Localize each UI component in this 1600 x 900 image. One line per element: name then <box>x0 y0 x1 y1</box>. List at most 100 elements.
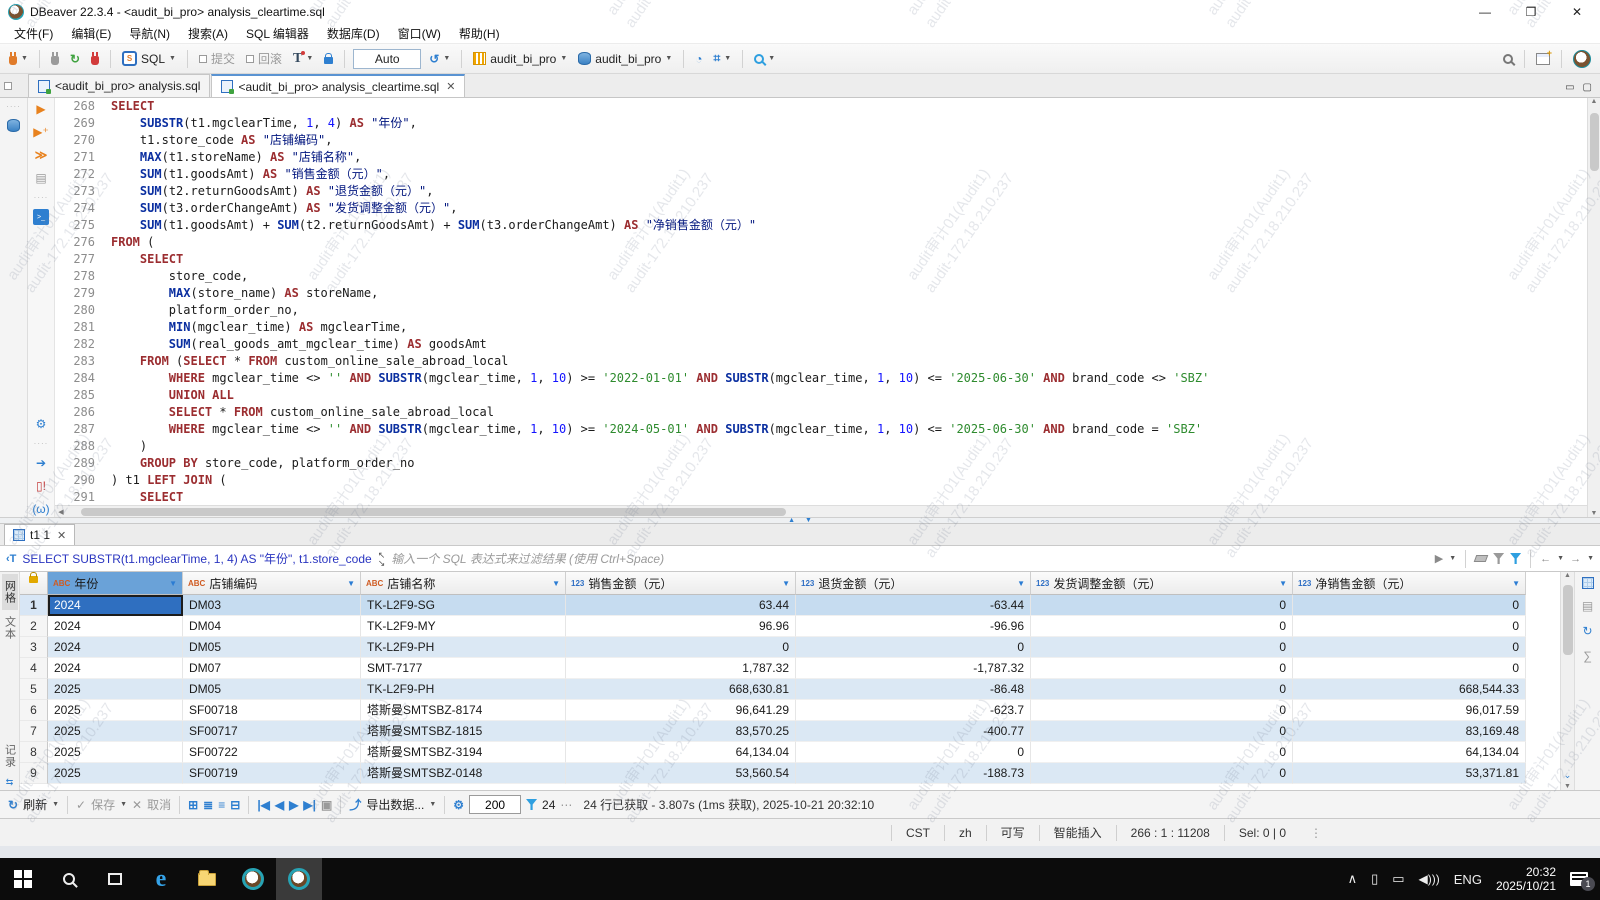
grid-cell[interactable]: 64,134.04 <box>566 742 796 763</box>
code-line[interactable]: 283 FROM (SELECT * FROM custom_online_sa… <box>55 353 1587 370</box>
code-line[interactable]: 270 t1.store_code AS "店铺编码", <box>55 132 1587 149</box>
menu-sql-editor[interactable]: SQL 编辑器 <box>238 23 317 44</box>
duplicate-row-icon[interactable]: ≣ <box>203 798 213 812</box>
grid-cell[interactable]: -400.77 <box>796 721 1031 742</box>
export-from-query-icon[interactable]: ➔ <box>33 455 49 471</box>
value-viewer-panel-icon[interactable] <box>1582 577 1594 589</box>
code-line[interactable]: 291 SELECT <box>55 489 1587 505</box>
language-indicator[interactable]: ENG <box>1454 872 1482 887</box>
chevron-down-icon[interactable]: ▼ <box>1587 555 1594 562</box>
chevron-down-icon[interactable]: ▼ <box>120 801 127 808</box>
grid-cell[interactable]: SF00722 <box>183 742 361 763</box>
grid-cell[interactable]: 0 <box>796 637 1031 658</box>
refresh-panel-icon[interactable]: ↻ <box>1580 623 1596 639</box>
column-header[interactable]: 123发货调整金额（元）▼ <box>1031 572 1293 595</box>
grid-cell[interactable]: DM05 <box>183 679 361 700</box>
filter-input[interactable]: 输入一个 SQL 表达式来过滤结果 (使用 Ctrl+Space) <box>391 550 1428 567</box>
row-number[interactable]: 9 <box>20 763 48 784</box>
fetch-next-page-icon[interactable]: ⌄ <box>1564 770 1572 783</box>
error-log-icon[interactable]: ▯! <box>33 478 49 494</box>
taskbar-search-button[interactable] <box>46 858 92 900</box>
grid-cell[interactable]: 0 <box>1031 616 1293 637</box>
grid-cell[interactable]: 2024 <box>48 658 183 679</box>
grid-cell[interactable]: 668,544.33 <box>1293 679 1526 700</box>
task-view-button[interactable] <box>92 858 138 900</box>
new-sql-editor-button[interactable]: SSQL▼ <box>119 49 179 68</box>
grid-cell[interactable]: 0 <box>1031 742 1293 763</box>
code-line[interactable]: 273 SUM(t2.returnGoodsAmt) AS "退货金额（元）", <box>55 183 1587 200</box>
column-menu-chevron-icon[interactable]: ▼ <box>169 579 177 588</box>
row-number[interactable]: 7 <box>20 721 48 742</box>
filter-history-chevron-icon[interactable]: ▼ <box>1449 555 1456 562</box>
edit-value-icon[interactable]: ≡ <box>218 798 225 812</box>
add-row-icon[interactable]: ⊞ <box>188 798 198 812</box>
scroll-up-icon[interactable]: ▲ <box>1562 572 1574 579</box>
grid-cell[interactable]: 0 <box>796 742 1031 763</box>
explain-plan-icon[interactable]: ▤ <box>33 170 49 186</box>
chevron-down-icon[interactable]: ▼ <box>429 801 436 808</box>
internet-explorer-button[interactable]: e <box>138 858 184 900</box>
code-line[interactable]: 281 MIN(mgclear_time) AS mgclearTime, <box>55 319 1587 336</box>
close-tab-icon[interactable]: ✕ <box>446 80 455 93</box>
taskbar-clock[interactable]: 20:32 2025/10/21 <box>1496 865 1556 893</box>
menu-search[interactable]: 搜索(A) <box>180 23 236 44</box>
grid-cell[interactable]: 83,169.48 <box>1293 721 1526 742</box>
minimize-editor-icon[interactable]: ▭ <box>1565 82 1574 93</box>
grid-cell[interactable]: 2024 <box>48 637 183 658</box>
dbeaver-taskbar-button-1[interactable] <box>230 858 276 900</box>
rollback-button[interactable]: 回滚 <box>243 48 285 69</box>
overflow-menu-icon[interactable]: ⋯ <box>560 798 572 812</box>
row-number[interactable]: 3 <box>20 637 48 658</box>
grid-cell[interactable]: DM05 <box>183 637 361 658</box>
code-line[interactable]: 290) t1 LEFT JOIN ( <box>55 472 1587 489</box>
grid-cell[interactable]: 0 <box>1031 637 1293 658</box>
grid-cell[interactable]: 1,787.32 <box>566 658 796 679</box>
grid-cell[interactable]: 0 <box>1031 595 1293 616</box>
last-row-icon[interactable]: ▶| <box>303 798 316 812</box>
execute-script-icon[interactable]: ≫ <box>33 147 49 163</box>
maximize-editor-icon[interactable]: ▢ <box>1583 82 1592 93</box>
apply-filter-icon[interactable]: ▶ <box>1435 552 1443 565</box>
scroll-down-icon[interactable]: ▼ <box>1562 783 1574 790</box>
grid-cell[interactable]: 0 <box>1293 637 1526 658</box>
transaction-log-button[interactable]: ↺▼ <box>426 50 453 68</box>
grid-cell[interactable]: 96,641.29 <box>566 700 796 721</box>
first-row-icon[interactable]: |◀ <box>257 798 270 812</box>
file-explorer-button[interactable] <box>184 858 230 900</box>
grid-cell[interactable]: TK-L2F9-SG <box>361 595 566 616</box>
grid-cell[interactable]: 83,570.25 <box>566 721 796 742</box>
expand-filter-icon[interactable]: ↖↘ <box>378 551 386 567</box>
reconnect-button[interactable]: ↻ <box>67 50 83 68</box>
volume-icon[interactable]: ◀))) <box>1419 872 1440 886</box>
dbeaver-taskbar-button-2[interactable] <box>276 858 322 900</box>
column-header[interactable]: ABC店铺名称▼ <box>361 572 566 595</box>
grid-cell[interactable]: 0 <box>1293 658 1526 679</box>
grid-cell[interactable]: 0 <box>1293 616 1526 637</box>
global-search-button[interactable] <box>1500 52 1516 66</box>
grid-cell[interactable]: 2025 <box>48 679 183 700</box>
code-line[interactable]: 287 WHERE mgclear_time <> '' AND SUBSTR(… <box>55 421 1587 438</box>
collapse-down-icon[interactable]: ▼ <box>805 517 812 524</box>
scrollbar-thumb[interactable] <box>81 508 786 516</box>
execute-sql-icon[interactable]: ▶ <box>33 101 49 117</box>
grid-cell[interactable]: DM04 <box>183 616 361 637</box>
grid-cell[interactable]: DM03 <box>183 595 361 616</box>
close-results-tab-icon[interactable]: ✕ <box>57 529 66 542</box>
grid-cell[interactable]: 塔斯曼SMTSBZ-8174 <box>361 700 566 721</box>
save-button[interactable]: 保存 <box>91 796 115 813</box>
code-line[interactable]: 289 GROUP BY store_code, platform_order_… <box>55 455 1587 472</box>
commit-button[interactable]: 提交 <box>196 48 238 69</box>
code-line[interactable]: 282 SUM(real_goods_amt_mgclear_time) AS … <box>55 336 1587 353</box>
grid-cell[interactable]: -1,787.32 <box>796 658 1031 679</box>
editor-vertical-scrollbar[interactable]: ▲ ▼ <box>1587 98 1600 517</box>
column-menu-chevron-icon[interactable]: ▼ <box>1017 579 1025 588</box>
focus-cell-icon[interactable]: ▣ <box>321 798 332 812</box>
export-data-button[interactable]: 导出数据... <box>366 796 424 813</box>
close-button[interactable]: ✕ <box>1554 0 1600 24</box>
transaction-mode-button[interactable]: T▼ <box>290 49 316 69</box>
row-number[interactable]: 5 <box>20 679 48 700</box>
grid-cell[interactable]: -96.96 <box>796 616 1031 637</box>
lock-connection-button[interactable] <box>321 51 336 66</box>
grid-cell[interactable]: -86.48 <box>796 679 1031 700</box>
start-button[interactable] <box>0 858 46 900</box>
